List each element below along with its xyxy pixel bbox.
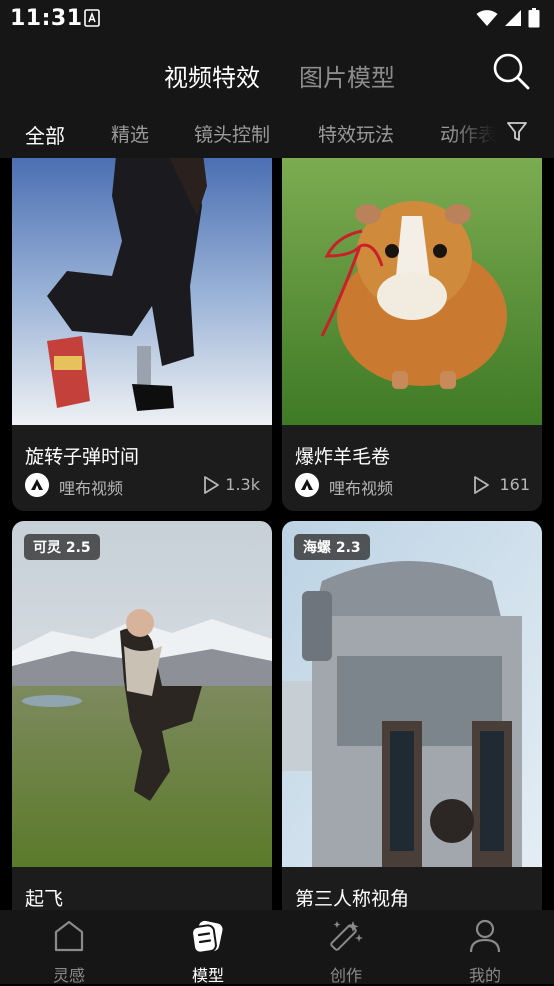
effect-preview-image (282, 521, 542, 867)
effect-title: 旋转子弹时间 (25, 446, 140, 468)
model-badge: 海螺 2.3 (294, 534, 370, 560)
notification-app-icon (84, 9, 100, 27)
model-icon (191, 920, 223, 954)
author-avatar-icon (25, 473, 49, 497)
category-tab-all[interactable]: 全部 (25, 120, 65, 149)
view-count: 1.3k (225, 475, 260, 494)
profile-icon (469, 919, 501, 953)
play-count-icon (204, 476, 219, 494)
author-avatar-icon (295, 473, 319, 497)
effects-grid: 旋转子弹时间 哩布视频 1.3k 爆炸羊毛卷 哩布视频 161 可灵 2.5 起… (0, 158, 554, 910)
category-tab-featured[interactable]: 精选 (111, 120, 149, 147)
signal-icon (505, 10, 521, 26)
nav-label: 模型 (191, 966, 224, 985)
effect-title: 第三人称视角 (295, 888, 410, 910)
category-tab-camera-control[interactable]: 镜头控制 (194, 120, 270, 147)
status-time: 11:31 (10, 6, 83, 31)
author-name: 哩布视频 (59, 479, 124, 498)
filter-icon[interactable] (506, 120, 528, 144)
bottom-navigation: 灵感 模型 创作 我的 (0, 910, 554, 985)
author-name: 哩布视频 (329, 479, 394, 498)
view-count: 161 (499, 475, 530, 494)
nav-profile[interactable]: 我的 (435, 910, 535, 985)
battery-icon (528, 8, 540, 28)
nav-inspiration[interactable]: 灵感 (19, 910, 119, 985)
home-icon (54, 920, 84, 952)
effect-preview-image (282, 158, 542, 425)
category-tabs: 全部 精选 镜头控制 特效玩法 动作表 (0, 108, 554, 158)
status-icons (476, 8, 540, 28)
effect-meta: 哩布视频 1.3k (25, 473, 260, 499)
nav-label: 灵感 (52, 966, 85, 985)
effect-card[interactable]: 海螺 2.3 第三人称视角 (282, 521, 542, 910)
top-header: 视频特效 图片模型 (0, 38, 554, 108)
effect-card[interactable]: 爆炸羊毛卷 哩布视频 161 (282, 158, 542, 511)
tab-video-effects[interactable]: 视频特效 (164, 58, 260, 93)
effect-preview-image (12, 521, 272, 867)
category-tab-effects-play[interactable]: 特效玩法 (318, 120, 394, 147)
search-icon[interactable] (492, 52, 530, 90)
effect-preview-image (12, 158, 272, 425)
magic-wand-icon (330, 921, 363, 951)
nav-label: 创作 (329, 966, 362, 985)
nav-models[interactable]: 模型 (158, 910, 258, 985)
play-count-icon (474, 476, 489, 494)
effect-meta: 哩布视频 161 (295, 473, 530, 499)
model-badge: 可灵 2.5 (24, 534, 100, 560)
nav-create[interactable]: 创作 (296, 910, 396, 985)
wifi-icon (476, 10, 498, 26)
nav-label: 我的 (468, 966, 501, 985)
tab-image-models[interactable]: 图片模型 (299, 58, 395, 93)
effect-title: 起飞 (25, 888, 64, 910)
effect-card[interactable]: 旋转子弹时间 哩布视频 1.3k (12, 158, 272, 511)
effect-title: 爆炸羊毛卷 (295, 446, 391, 468)
effect-card[interactable]: 可灵 2.5 起飞 (12, 521, 272, 910)
status-bar: 11:31 (0, 0, 554, 38)
tabs-fade (450, 108, 554, 158)
